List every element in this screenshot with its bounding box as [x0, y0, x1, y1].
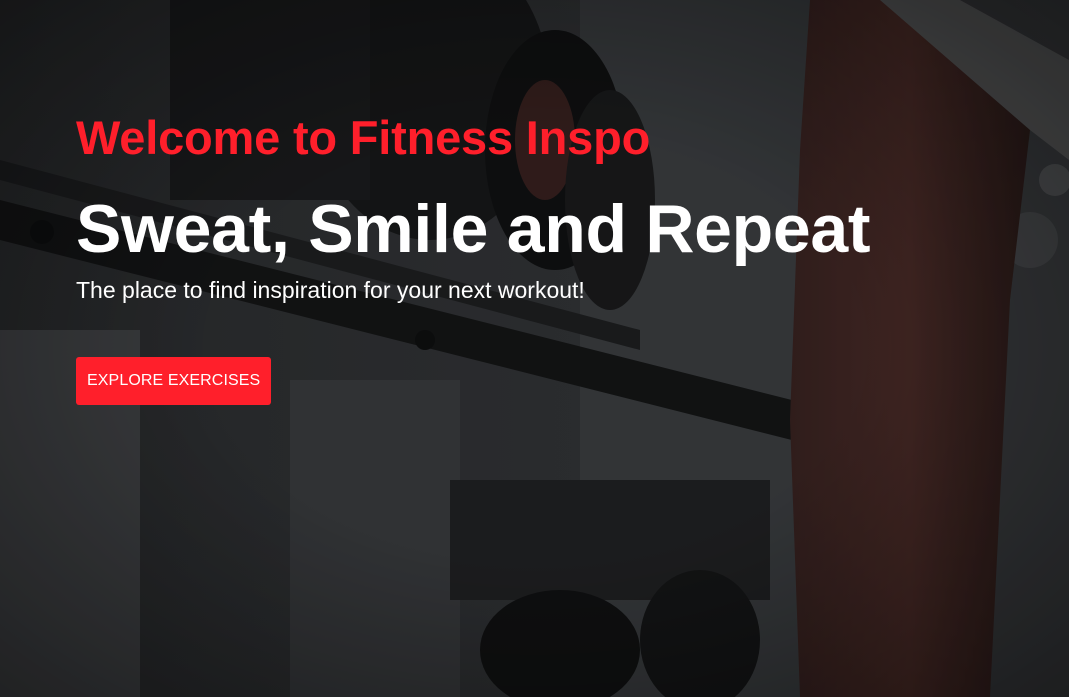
hero-content: Welcome to Fitness Inspo Sweat, Smile an… [76, 108, 1026, 405]
welcome-heading: Welcome to Fitness Inspo [76, 111, 651, 164]
hero-headline: Sweat, Smile and Repeat [76, 191, 871, 267]
hero-section: Welcome to Fitness Inspo Sweat, Smile an… [0, 0, 1069, 697]
explore-exercises-button[interactable]: EXPLORE EXERCISES [76, 357, 272, 405]
hero-tagline: The place to find inspiration for your n… [76, 277, 585, 303]
